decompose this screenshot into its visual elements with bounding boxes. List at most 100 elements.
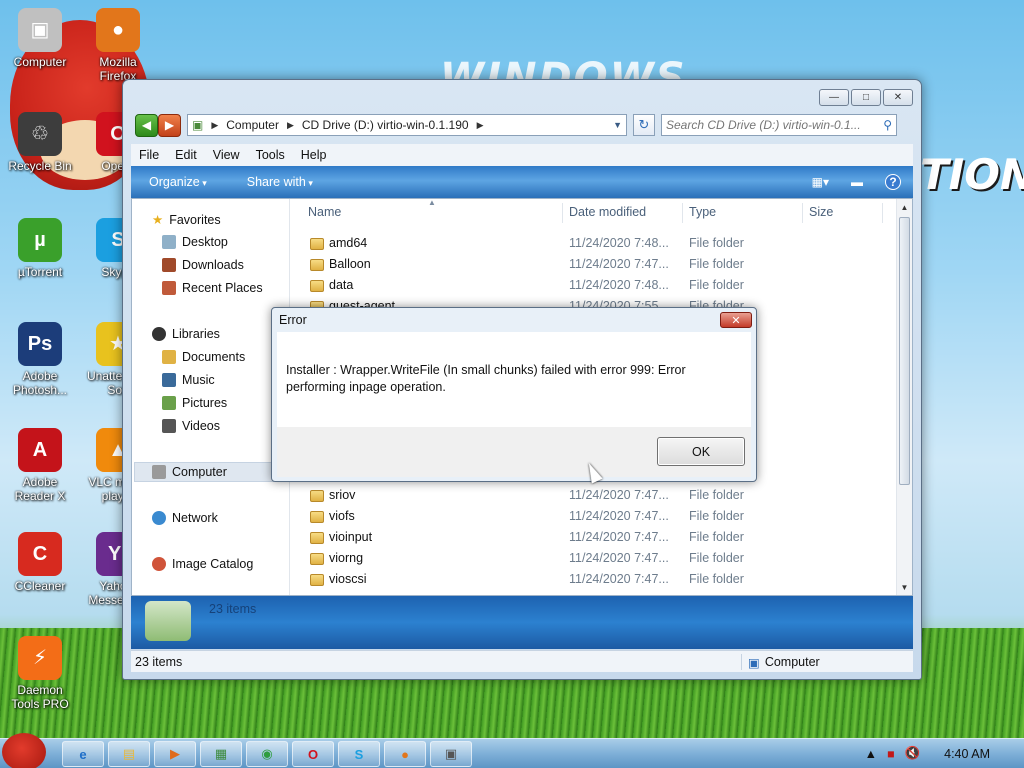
taskbar-button[interactable]: ◉	[246, 741, 288, 767]
nav-image-catalog[interactable]: Image Catalog	[152, 557, 253, 571]
desktop-shortcut-label: Computer	[13, 55, 67, 69]
taskbar-button[interactable]: ▣	[430, 741, 472, 767]
file-type: File folder	[689, 530, 744, 544]
nav-network[interactable]: Network	[152, 511, 218, 525]
menu-file[interactable]: File	[139, 148, 159, 162]
column-header-name[interactable]: Name	[308, 205, 341, 225]
wallpaper-logo-text-right: TION	[920, 150, 1024, 199]
column-divider[interactable]	[802, 203, 803, 223]
navigation-pane: ★ Favorites Desktop Downloads Recent Plac…	[132, 199, 290, 595]
scroll-thumb[interactable]	[899, 217, 910, 485]
taskbar-button[interactable]: e	[62, 741, 104, 767]
file-row[interactable]: vioscsi 11/24/2020 7:47... File folder	[310, 571, 870, 591]
column-header-date-modified[interactable]: Date modified	[569, 205, 646, 225]
breadcrumb-separator-icon[interactable]: ▶	[287, 120, 294, 131]
maximize-button[interactable]: □	[851, 89, 881, 106]
column-divider[interactable]	[682, 203, 683, 223]
file-row[interactable]: amd64 11/24/2020 7:48... File folder	[310, 235, 870, 255]
breadcrumb-cd-drive[interactable]: CD Drive (D:) virtio-win-0.1.190	[302, 118, 469, 132]
desktop-shortcut[interactable]: ▣ Computer	[2, 8, 78, 69]
start-button[interactable]	[2, 733, 46, 768]
file-row[interactable]: Balloon 11/24/2020 7:47... File folder	[310, 256, 870, 276]
taskbar-button[interactable]: ▦	[200, 741, 242, 767]
column-divider[interactable]	[882, 203, 883, 223]
nav-videos[interactable]: Videos	[162, 419, 220, 433]
desktop-shortcut[interactable]: A Adobe Reader X	[2, 428, 78, 503]
column-header-size[interactable]: Size	[809, 205, 833, 225]
nav-libraries[interactable]: Libraries	[152, 327, 220, 341]
desktop-shortcut[interactable]: ⚡ Daemon Tools PRO	[2, 636, 78, 711]
breadcrumb-separator-icon[interactable]: ▶	[477, 120, 484, 131]
videos-icon	[162, 419, 176, 433]
photoshop-icon: Ps	[18, 322, 62, 366]
nav-label: Pictures	[182, 396, 228, 410]
nav-desktop[interactable]: Desktop	[162, 235, 228, 249]
desktop-shortcut[interactable]: C CCleaner	[2, 532, 78, 593]
organize-button[interactable]: Organize	[149, 175, 207, 189]
file-row[interactable]: viorng 11/24/2020 7:47... File folder	[310, 550, 870, 570]
show-hidden-icons-icon[interactable]: ▲	[865, 747, 877, 761]
recycle-bin-icon: ♲	[18, 112, 62, 156]
back-arrow-icon: ◀	[141, 118, 152, 132]
taskbar-button[interactable]: ●	[384, 741, 426, 767]
volume-muted-icon[interactable]: 🔇	[905, 746, 921, 761]
taskbar-button[interactable]: ▶	[154, 741, 196, 767]
breadcrumb-computer[interactable]: Computer	[226, 118, 279, 132]
address-dropdown-icon[interactable]: ▼	[613, 120, 622, 130]
forward-arrow-icon: ▶	[164, 118, 175, 132]
file-row[interactable]: data 11/24/2020 7:48... File folder	[310, 277, 870, 297]
chrome-icon: ◉	[261, 746, 273, 761]
vertical-scrollbar[interactable]: ▲ ▼	[896, 199, 912, 595]
file-row[interactable]: vioinput 11/24/2020 7:47... File folder	[310, 529, 870, 549]
computer-icon: ▣	[748, 655, 760, 670]
nav-pictures[interactable]: Pictures	[162, 396, 227, 410]
desktop-shortcut[interactable]: Ps Adobe Photosh...	[2, 322, 78, 397]
nav-music[interactable]: Music	[162, 373, 215, 387]
menu-edit[interactable]: Edit	[175, 148, 197, 162]
breadcrumb-separator-icon[interactable]: ▶	[211, 120, 218, 131]
ok-button[interactable]: OK	[657, 437, 745, 466]
preview-pane-icon[interactable]: ▬	[851, 175, 863, 189]
file-type: File folder	[689, 551, 744, 565]
close-button[interactable]: ✕	[883, 89, 913, 106]
desktop-shortcut[interactable]: ● Mozilla Firefox	[80, 8, 156, 83]
status-location-label: Computer	[764, 655, 820, 669]
menu-tools[interactable]: Tools	[256, 148, 285, 162]
nav-recent-places[interactable]: Recent Places	[162, 281, 263, 295]
nav-downloads[interactable]: Downloads	[162, 258, 244, 272]
nav-favorites[interactable]: ★ Favorites	[152, 212, 221, 228]
nav-documents[interactable]: Documents	[162, 350, 245, 364]
menu-view[interactable]: View	[213, 148, 240, 162]
desktop-shortcut[interactable]: µ µTorrent	[2, 218, 78, 279]
folder-icon	[310, 532, 324, 544]
taskbar-button[interactable]: S	[338, 741, 380, 767]
search-icon[interactable]: ⚲	[883, 118, 892, 132]
help-icon[interactable]: ?	[885, 174, 901, 190]
column-divider[interactable]	[562, 203, 563, 223]
minimize-button[interactable]: —	[819, 89, 849, 106]
firefox-icon: ●	[401, 746, 409, 762]
menu-help[interactable]: Help	[301, 148, 327, 162]
taskbar-button[interactable]: ▤	[108, 741, 150, 767]
dialog-title: Error	[279, 313, 307, 327]
forward-button[interactable]: ▶	[158, 113, 181, 137]
dialog-body: Installer : Wrapper.WriteFile (In small …	[277, 332, 751, 427]
taskbar-button[interactable]: O	[292, 741, 334, 767]
search-box[interactable]: ⚲	[661, 114, 897, 136]
file-row[interactable]: sriov 11/24/2020 7:47... File folder	[310, 487, 870, 507]
dialog-close-button[interactable]: ✕	[720, 312, 752, 328]
back-button[interactable]: ◀	[135, 113, 158, 137]
address-bar[interactable]: ▣ ▶ Computer ▶ CD Drive (D:) virtio-win-…	[187, 114, 627, 136]
search-input[interactable]	[666, 118, 884, 132]
refresh-button[interactable]: ↻	[633, 114, 655, 136]
desktop-shortcut[interactable]: ♲ Recycle Bin	[2, 112, 78, 173]
scroll-down-icon[interactable]: ▼	[897, 580, 912, 594]
change-view-icon[interactable]: ▦▾	[812, 175, 829, 189]
action-center-flag-icon[interactable]: ■	[887, 747, 895, 761]
share-with-button[interactable]: Share with	[247, 175, 313, 189]
file-row[interactable]: viofs 11/24/2020 7:47... File folder	[310, 508, 870, 528]
column-header-type[interactable]: Type	[689, 205, 716, 225]
clock[interactable]: 4:40 AM	[944, 747, 990, 761]
nav-computer[interactable]: Computer	[152, 465, 227, 479]
scroll-up-icon[interactable]: ▲	[897, 200, 912, 214]
